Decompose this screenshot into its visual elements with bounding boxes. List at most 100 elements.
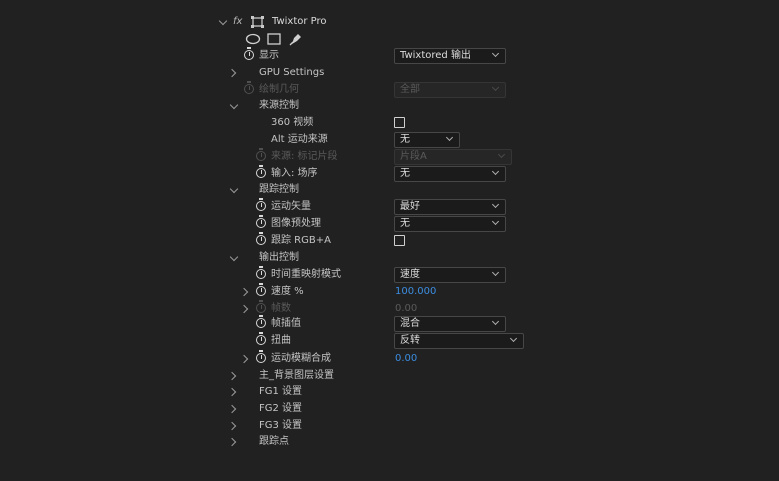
chevron-down-icon[interactable] — [229, 100, 239, 110]
chevron-down-icon — [509, 334, 518, 343]
ellipse-mask-icon[interactable] — [245, 33, 261, 45]
group-label: FG2 设置 — [259, 403, 303, 414]
motion-blur-label: 运动模糊合成 — [271, 353, 331, 364]
chevron-down-icon[interactable] — [229, 252, 239, 262]
output-control-group[interactable]: 输出控制 — [0, 250, 779, 266]
track-rgba-row: 跟踪 RGB+A — [0, 232, 779, 249]
gpu-settings-label: GPU Settings — [259, 67, 325, 78]
motion-vectors-row: 运动矢量 最好 — [0, 198, 779, 215]
chevron-right-icon[interactable] — [239, 287, 249, 297]
frames-value: 0.00 — [395, 303, 418, 314]
time-remap-dropdown[interactable]: 速度 — [394, 267, 506, 283]
chevron-down-icon[interactable] — [229, 184, 239, 194]
chevron-down-icon — [491, 200, 500, 209]
draw-geometry-row: 绘制几何 全部 — [0, 81, 779, 98]
fx-badge[interactable]: fx — [233, 14, 242, 30]
tracking-control-group[interactable]: 跟踪控制 — [0, 182, 779, 198]
motion-vectors-dropdown[interactable]: 最好 — [394, 199, 506, 215]
image-prep-dropdown[interactable]: 无 — [394, 216, 506, 232]
time-remap-label: 时间重映射模式 — [271, 269, 341, 280]
stopwatch-icon[interactable] — [244, 47, 254, 60]
draw-geometry-label: 绘制几何 — [259, 84, 299, 95]
group-label: 主_背景图层设置 — [259, 370, 334, 381]
chevron-right-icon[interactable] — [227, 387, 237, 397]
speed-value[interactable]: 100.000 — [395, 284, 436, 300]
chevron-right-icon[interactable] — [239, 354, 249, 364]
frame-interp-label: 帧插值 — [271, 318, 301, 329]
chevron-down-icon — [491, 167, 500, 176]
motion-blur-value[interactable]: 0.00 — [395, 351, 417, 367]
track-rgba-label: 跟踪 RGB+A — [271, 235, 331, 246]
warp-label: 扭曲 — [271, 335, 291, 346]
chevron-down-icon — [491, 317, 500, 326]
warp-row: 扭曲 反转 — [0, 332, 779, 349]
pen-mask-icon[interactable] — [289, 32, 303, 46]
chevron-down-icon — [491, 268, 500, 277]
gpu-settings-row[interactable]: GPU Settings — [0, 65, 779, 81]
display-label: 显示 — [259, 50, 279, 61]
time-remap-row: 时间重映射模式 速度 — [0, 266, 779, 283]
input-field-dropdown[interactable]: 无 — [394, 166, 506, 182]
chevron-right-icon[interactable] — [227, 371, 237, 381]
frame-interp-row: 帧插值 混合 — [0, 315, 779, 332]
input-field-label: 输入: 场序 — [271, 168, 318, 179]
group-row[interactable]: 主_背景图层设置 — [0, 368, 779, 384]
effect-name: Twixtor Pro — [272, 16, 327, 27]
image-prep-label: 图像预处理 — [271, 218, 321, 229]
rectangle-mask-icon[interactable] — [267, 33, 281, 45]
track-rgba-checkbox[interactable] — [394, 235, 405, 246]
source-control-group[interactable]: 来源控制 — [0, 98, 779, 114]
stopwatch-icon[interactable] — [256, 332, 266, 345]
group-row[interactable]: FG3 设置 — [0, 418, 779, 434]
effect-header: fx Twixtor Pro — [0, 14, 779, 30]
stopwatch-icon[interactable] — [256, 350, 266, 363]
stopwatch-icon[interactable] — [256, 198, 266, 211]
stopwatch-icon[interactable] — [256, 232, 266, 245]
warp-dropdown[interactable]: 反转 — [394, 333, 524, 349]
vr360-checkbox[interactable] — [394, 117, 405, 128]
vr360-label: 360 视频 — [271, 117, 314, 128]
chevron-down-icon[interactable] — [218, 16, 228, 26]
group-row[interactable]: FG2 设置 — [0, 401, 779, 417]
motion-vectors-label: 运动矢量 — [271, 201, 311, 212]
display-row: 显示 Twixtored 输出 — [0, 47, 779, 64]
source-mark-dropdown: 片段A — [394, 149, 512, 165]
display-dropdown[interactable]: Twixtored 输出 — [394, 48, 506, 64]
alt-motion-dropdown[interactable]: 无 — [394, 132, 460, 148]
frame-interp-dropdown[interactable]: 混合 — [394, 316, 506, 332]
source-control-label: 来源控制 — [259, 100, 299, 111]
frames-row: 帧数 0.00 — [0, 300, 779, 317]
vr360-row: 360 视频 — [0, 115, 779, 131]
chevron-right-icon[interactable] — [227, 437, 237, 447]
stopwatch-icon[interactable] — [256, 165, 266, 178]
source-mark-row: 来源: 标记片段 片段A — [0, 148, 779, 165]
chevron-right-icon — [239, 304, 249, 314]
group-label: FG1 设置 — [259, 386, 303, 397]
draw-geometry-dropdown: 全部 — [394, 82, 506, 98]
motion-blur-row: 运动模糊合成 0.00 — [0, 350, 779, 367]
frames-label: 帧数 — [271, 303, 291, 314]
alt-motion-row: Alt 运动来源 无 — [0, 132, 779, 148]
stopwatch-icon — [256, 148, 266, 161]
group-row[interactable]: FG1 设置 — [0, 384, 779, 400]
chevron-down-icon — [497, 150, 506, 159]
image-prep-row: 图像预处理 无 — [0, 215, 779, 232]
stopwatch-icon[interactable] — [256, 315, 266, 328]
alt-motion-label: Alt 运动来源 — [271, 134, 328, 145]
tracking-control-label: 跟踪控制 — [259, 184, 299, 195]
stopwatch-icon — [244, 81, 254, 94]
group-label: 跟踪点 — [259, 436, 289, 447]
chevron-down-icon — [445, 133, 454, 142]
stopwatch-icon[interactable] — [256, 283, 266, 296]
stopwatch-icon — [256, 300, 266, 313]
stopwatch-icon[interactable] — [256, 266, 266, 279]
chevron-right-icon[interactable] — [227, 68, 237, 78]
output-control-label: 输出控制 — [259, 252, 299, 263]
group-row[interactable]: 跟踪点 — [0, 434, 779, 450]
chevron-down-icon — [491, 83, 500, 92]
chevron-right-icon[interactable] — [227, 404, 237, 414]
group-label: FG3 设置 — [259, 420, 303, 431]
chevron-right-icon[interactable] — [227, 421, 237, 431]
source-mark-label: 来源: 标记片段 — [271, 151, 338, 162]
stopwatch-icon[interactable] — [256, 215, 266, 228]
